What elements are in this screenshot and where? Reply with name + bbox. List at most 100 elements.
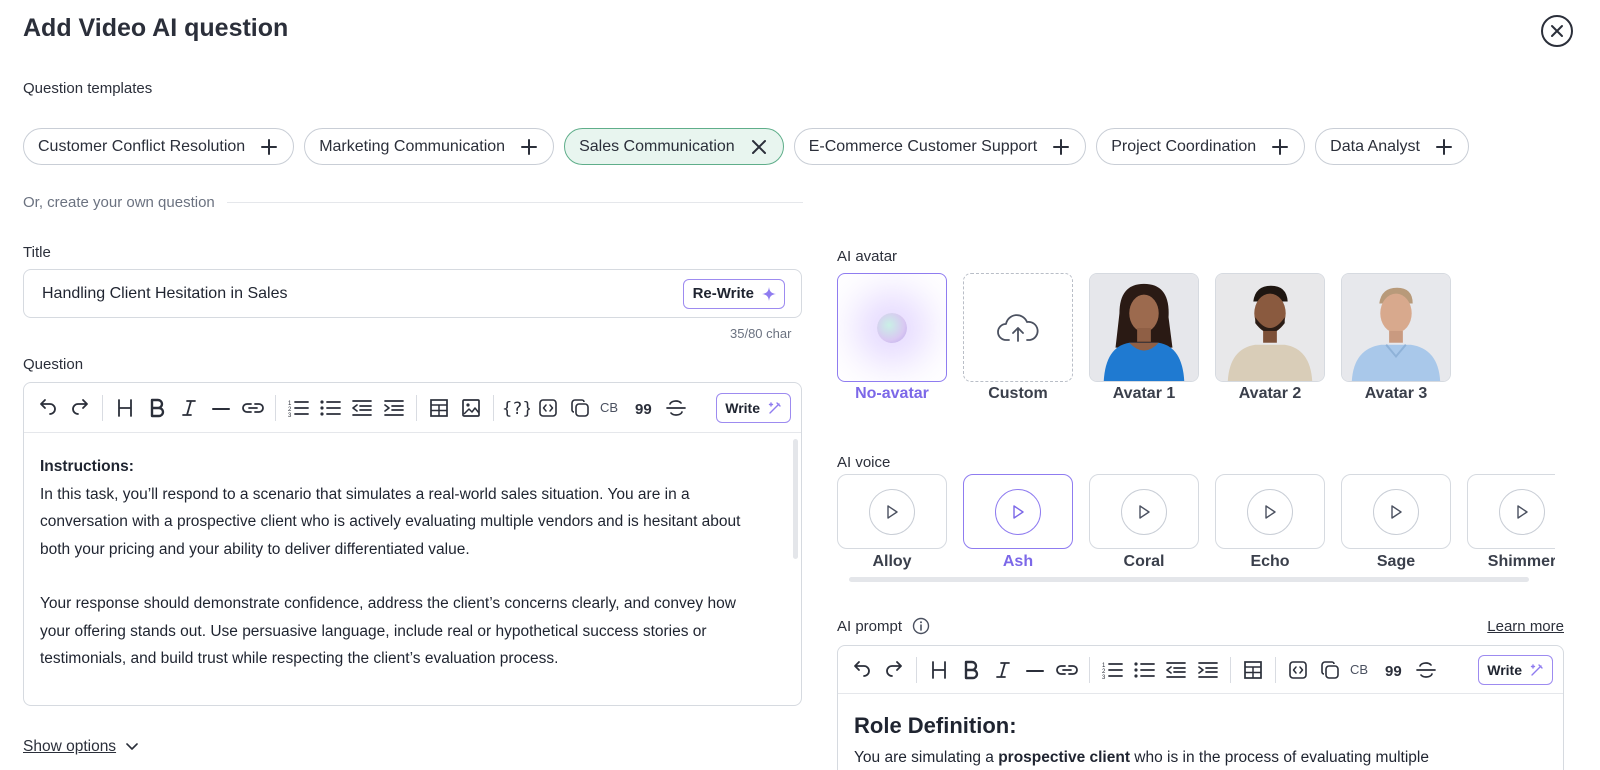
template-chip-marketing[interactable]: Marketing Communication	[304, 128, 555, 165]
code-button[interactable]	[1282, 654, 1314, 686]
question-write-button[interactable]: Write	[716, 392, 791, 423]
copy-button[interactable]	[1314, 654, 1346, 686]
indent-button[interactable]	[1192, 654, 1224, 686]
avatar-3-portrait	[1342, 274, 1450, 381]
table-icon	[430, 398, 448, 417]
redo-button[interactable]	[64, 392, 96, 424]
bold-button[interactable]	[141, 392, 173, 424]
avatar-card	[963, 273, 1073, 382]
toolbar-separator	[275, 394, 276, 421]
link-button[interactable]	[237, 392, 269, 424]
play-button[interactable]	[1373, 488, 1419, 535]
undo-button[interactable]	[32, 392, 64, 424]
avatar-option-1[interactable]: Avatar 1	[1089, 273, 1199, 403]
quote-button[interactable]: 99	[1378, 654, 1410, 686]
ai-voice-label: AI voice	[837, 454, 891, 471]
chip-label: Data Analyst	[1330, 137, 1420, 155]
voice-card	[963, 474, 1073, 549]
voice-option-ash[interactable]: Ash	[963, 474, 1073, 571]
bullet-list-button[interactable]	[1128, 654, 1160, 686]
avatar-option-3[interactable]: Avatar 3	[1341, 273, 1451, 403]
voice-option-alloy[interactable]: Alloy	[837, 474, 947, 571]
question-paragraph: Your response should demonstrate confide…	[40, 595, 736, 667]
heading-icon	[118, 398, 132, 417]
voice-option-echo[interactable]: Echo	[1215, 474, 1325, 571]
question-scrollbar[interactable]	[793, 439, 798, 559]
italic-button[interactable]	[987, 654, 1019, 686]
voice-label: Echo	[1250, 553, 1290, 570]
outdent-button[interactable]	[1160, 654, 1192, 686]
play-button[interactable]	[1247, 488, 1293, 535]
info-icon[interactable]	[912, 617, 930, 635]
avatar-option-no-avatar[interactable]: No-avatar	[837, 273, 947, 403]
title-input[interactable]	[42, 284, 683, 303]
variable-button[interactable]: {?}	[500, 392, 532, 424]
show-options-toggle[interactable]: Show options	[23, 738, 138, 756]
plus-icon	[259, 137, 279, 157]
horizontal-rule-button[interactable]	[205, 392, 237, 424]
redo-button[interactable]	[878, 654, 910, 686]
heading-button[interactable]	[109, 392, 141, 424]
bullet-list-button[interactable]	[314, 392, 346, 424]
close-button[interactable]	[1541, 15, 1573, 47]
ai-prompt-label: AI prompt	[837, 617, 903, 635]
horizontal-rule-button[interactable]	[1019, 654, 1051, 686]
play-button[interactable]	[869, 488, 915, 535]
plus-icon	[1270, 137, 1290, 157]
table-button[interactable]	[1237, 654, 1269, 686]
quote-button[interactable]: 99	[628, 392, 660, 424]
question-editor: 123 {?} CB 99 Write Instructions: In thi…	[23, 382, 802, 706]
voice-option-coral[interactable]: Coral	[1089, 474, 1199, 571]
template-chip-sales[interactable]: Sales Communication	[564, 128, 784, 165]
code-block-button[interactable]: CB	[596, 392, 628, 424]
table-button[interactable]	[423, 392, 455, 424]
ordered-list-button[interactable]: 123	[1096, 654, 1128, 686]
image-button[interactable]	[455, 392, 487, 424]
avatar-label: Custom	[988, 385, 1048, 402]
voice-label: Sage	[1376, 553, 1416, 570]
voice-scrollbar[interactable]	[849, 577, 1529, 582]
play-icon	[1139, 504, 1150, 519]
voice-option-sage[interactable]: Sage	[1341, 474, 1451, 571]
ordered-list-button[interactable]: 123	[282, 392, 314, 424]
avatar-1-portrait	[1090, 274, 1198, 381]
avatar-label: Avatar 1	[1112, 385, 1176, 402]
code-button[interactable]	[532, 392, 564, 424]
strikethrough-icon	[1416, 661, 1436, 678]
heading-button[interactable]	[923, 654, 955, 686]
strikethrough-button[interactable]	[660, 392, 692, 424]
play-button[interactable]	[1121, 488, 1167, 535]
rewrite-button[interactable]: Re-Write	[682, 278, 785, 309]
avatar-option-custom[interactable]: Custom	[963, 273, 1073, 403]
code-block-button[interactable]: CB	[1346, 654, 1378, 686]
copy-button[interactable]	[564, 392, 596, 424]
ai-prompt-editor-body[interactable]: Role Definition: You are simulating a pr…	[838, 694, 1563, 770]
play-icon	[1265, 504, 1276, 519]
svg-text:{?}: {?}	[502, 399, 530, 419]
link-button[interactable]	[1051, 654, 1083, 686]
template-chip-project-coordination[interactable]: Project Coordination	[1096, 128, 1306, 165]
template-chip-ecommerce[interactable]: E-Commerce Customer Support	[793, 128, 1087, 165]
template-chip-data-analyst[interactable]: Data Analyst	[1315, 128, 1469, 165]
bold-button[interactable]	[955, 654, 987, 686]
voice-option-shimmer[interactable]: Shimmer	[1467, 474, 1555, 571]
quote-icon: 99	[635, 401, 652, 418]
strikethrough-button[interactable]	[1410, 654, 1442, 686]
avatar-option-2[interactable]: Avatar 2	[1215, 273, 1325, 403]
question-editor-body[interactable]: Instructions: In this task, you’ll respo…	[24, 433, 801, 673]
template-chip-customer-conflict[interactable]: Customer Conflict Resolution	[23, 128, 295, 165]
outdent-button[interactable]	[346, 392, 378, 424]
italic-button[interactable]	[173, 392, 205, 424]
play-button[interactable]	[1499, 488, 1545, 535]
svg-text:99: 99	[1385, 663, 1402, 680]
play-button[interactable]	[995, 488, 1041, 535]
ai-prompt-toolbar: 123 CB 99 Write	[838, 646, 1563, 694]
voice-card	[1467, 474, 1555, 549]
indent-button[interactable]	[378, 392, 410, 424]
avatar-card	[1215, 273, 1325, 382]
table-icon	[1244, 660, 1262, 679]
learn-more-link[interactable]: Learn more	[1487, 618, 1564, 635]
heading-icon	[932, 660, 946, 679]
ai-prompt-write-button[interactable]: Write	[1478, 654, 1553, 685]
undo-button[interactable]	[846, 654, 878, 686]
